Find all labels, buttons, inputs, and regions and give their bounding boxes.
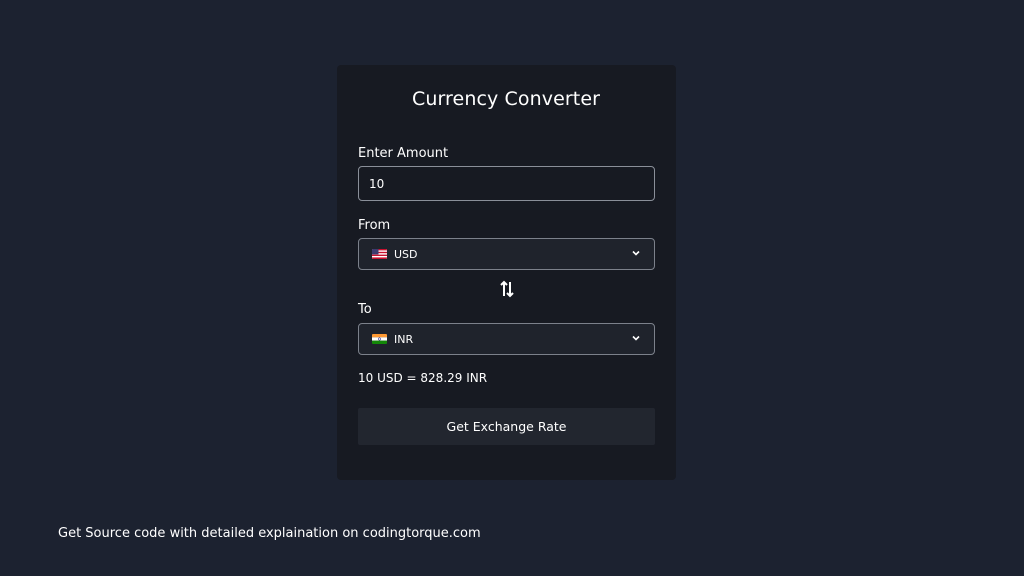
get-exchange-rate-button[interactable]: Get Exchange Rate bbox=[358, 408, 655, 445]
us-flag-icon bbox=[372, 249, 387, 259]
chevron-down-icon bbox=[632, 250, 640, 256]
india-flag-icon bbox=[372, 334, 387, 344]
chevron-down-icon bbox=[632, 335, 640, 341]
from-currency-select[interactable]: USD bbox=[358, 238, 655, 270]
exchange-result: 10 USD = 828.29 INR bbox=[358, 371, 488, 385]
from-currency-value: USD bbox=[394, 247, 418, 261]
to-label: To bbox=[358, 302, 372, 317]
page-title: Currency Converter bbox=[411, 88, 601, 110]
swap-vertical-icon[interactable] bbox=[499, 280, 515, 298]
footer-text: Get Source code with detailed explainati… bbox=[58, 526, 481, 541]
to-currency-value: INR bbox=[394, 332, 414, 346]
amount-input[interactable] bbox=[358, 166, 655, 201]
from-label: From bbox=[358, 218, 391, 233]
amount-label: Enter Amount bbox=[358, 146, 449, 161]
to-currency-select[interactable]: INR bbox=[358, 323, 655, 355]
